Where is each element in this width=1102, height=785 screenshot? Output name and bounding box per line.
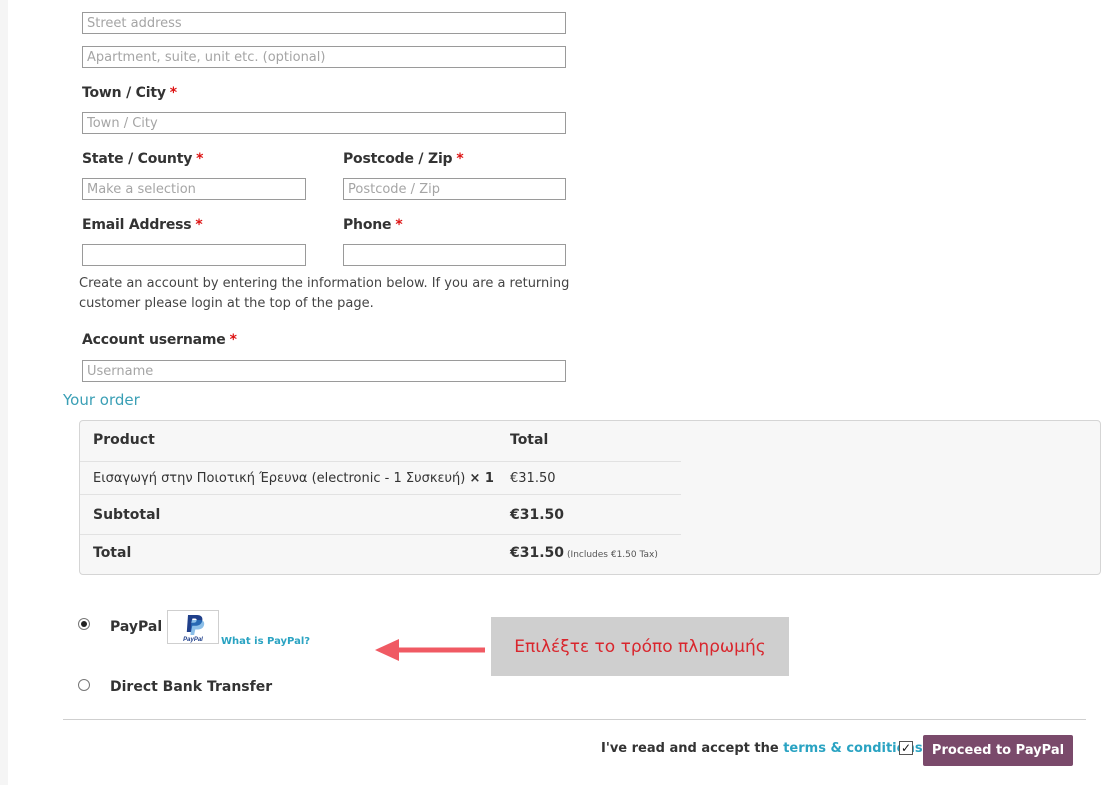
paypal-label[interactable]: PayPal (110, 619, 162, 635)
username-label: Account username * (82, 332, 237, 348)
email-label: Email Address * (82, 217, 203, 233)
bank-transfer-radio[interactable] (78, 679, 90, 691)
required-mark: * (456, 151, 464, 167)
email-input[interactable] (82, 244, 306, 266)
column-header-total: Total (510, 432, 549, 448)
paypal-logo: PayPal (167, 610, 219, 644)
row-divider (80, 461, 681, 462)
subtotal-label: Subtotal (93, 507, 161, 523)
required-mark: * (395, 217, 403, 233)
order-item-name: Εισαγωγή στην Ποιοτική Έρευνα (electroni… (93, 471, 494, 486)
required-mark: * (195, 217, 203, 233)
phone-label: Phone * (343, 217, 403, 233)
row-divider (80, 534, 681, 535)
account-hint-line1: Create an account by entering the inform… (79, 276, 570, 291)
divider (63, 719, 1086, 720)
username-input[interactable] (82, 360, 566, 382)
proceed-to-paypal-button[interactable]: Proceed to PayPal (923, 735, 1073, 766)
pointer-arrow-icon (373, 636, 487, 668)
checkout-page: Town / City* State / County* Postcode / … (8, 0, 1102, 785)
terms-text: I've read and accept the terms & conditi… (601, 741, 923, 756)
terms-checkbox[interactable]: ✓ (899, 741, 913, 755)
phone-input[interactable] (343, 244, 566, 266)
subtotal-value: €31.50 (510, 507, 565, 523)
svg-text:PayPal: PayPal (183, 637, 203, 643)
tax-note: (Includes €1.50 Tax) (567, 550, 658, 560)
required-mark: * (169, 85, 177, 101)
paypal-radio[interactable] (78, 618, 90, 630)
total-value: €31.50 (Includes €1.50 Tax) (510, 545, 658, 561)
payment-callout: Επιλέξτε το τρόπο πληρωμής (491, 617, 789, 676)
apartment-input[interactable] (82, 46, 566, 68)
town-input[interactable] (82, 112, 566, 134)
town-label: Town / City * (82, 85, 177, 101)
paypal-p-icon: PayPal (183, 615, 205, 643)
postcode-input[interactable] (343, 178, 566, 200)
order-table: Product Total Εισαγωγή στην Ποιοτική Έρε… (79, 420, 1101, 575)
state-select[interactable] (82, 178, 306, 200)
required-mark: * (229, 332, 237, 348)
column-header-product: Product (93, 432, 155, 448)
order-item-total: €31.50 (510, 471, 556, 486)
postcode-label: Postcode / Zip * (343, 151, 464, 167)
row-divider (80, 494, 681, 495)
bank-transfer-label[interactable]: Direct Bank Transfer (110, 679, 272, 695)
required-mark: * (196, 151, 204, 167)
account-hint-line2: customer please login at the top of the … (79, 296, 374, 311)
what-is-paypal-link[interactable]: What is PayPal? (221, 636, 310, 647)
state-label: State / County * (82, 151, 204, 167)
street-address-input[interactable] (82, 12, 566, 34)
radio-selected-dot (81, 621, 87, 627)
total-label: Total (93, 545, 132, 561)
your-order-heading: Your order (63, 391, 140, 409)
